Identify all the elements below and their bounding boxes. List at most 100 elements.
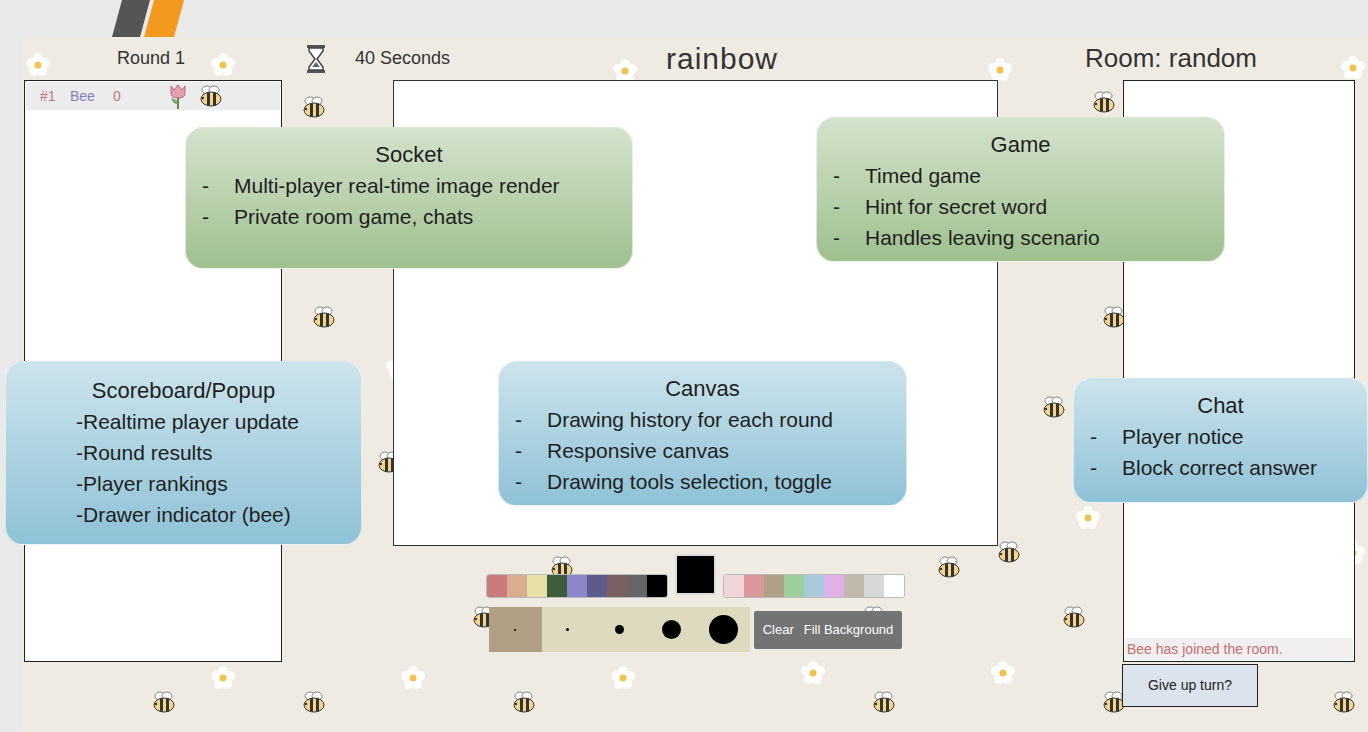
room-name: Room: random bbox=[1085, 39, 1257, 78]
callout-item: -Round results bbox=[6, 437, 361, 468]
flower-icon bbox=[1340, 55, 1366, 81]
bee-icon bbox=[1330, 690, 1358, 714]
word-box: rainbow bbox=[622, 36, 822, 81]
tool-row: Clear Fill Background bbox=[489, 607, 903, 652]
brush-size[interactable] bbox=[646, 607, 698, 652]
tulip-icon bbox=[167, 82, 189, 110]
callout-text: Hint for secret word bbox=[865, 191, 1047, 222]
callout: Chat-Player notice-Block correct answer bbox=[1073, 378, 1368, 503]
callout-title-row: Socket bbox=[186, 139, 632, 170]
callout-text: Handles leaving scenario bbox=[865, 222, 1100, 253]
tool-button[interactable]: Clear bbox=[763, 620, 794, 640]
flower-icon bbox=[25, 52, 51, 78]
bee-icon bbox=[1040, 395, 1068, 419]
bee-icon bbox=[870, 690, 898, 714]
player-name: Bee bbox=[70, 86, 113, 107]
callout-title-row: Scoreboard/Popup bbox=[6, 375, 361, 406]
brush-dot bbox=[566, 628, 569, 631]
callout-item: -Handles leaving scenario bbox=[817, 222, 1224, 253]
color-swatch[interactable] bbox=[804, 575, 824, 597]
room-box: Room: random bbox=[1085, 39, 1257, 78]
callout-item: -Multi-player real-time image render bbox=[186, 170, 632, 201]
brush-size[interactable] bbox=[594, 607, 646, 652]
bullet: - bbox=[1090, 452, 1122, 483]
secret-word: rainbow bbox=[666, 36, 778, 81]
logo-icon bbox=[110, 0, 190, 37]
callout-title: Game bbox=[991, 132, 1051, 157]
color-swatch[interactable] bbox=[864, 575, 884, 597]
flower-icon bbox=[1075, 505, 1101, 531]
callout-title-row: Chat bbox=[1074, 390, 1367, 421]
color-swatch[interactable] bbox=[607, 575, 627, 597]
color-swatch[interactable] bbox=[724, 575, 744, 597]
drawer-bee-icon bbox=[197, 84, 225, 108]
callout-text: Timed game bbox=[865, 160, 981, 191]
callout-text: Private room game, chats bbox=[234, 201, 473, 232]
color-swatch[interactable] bbox=[744, 575, 764, 597]
bee-icon bbox=[300, 690, 328, 714]
hourglass-icon bbox=[305, 44, 327, 74]
callout: Game -Timed game-Hint for secret word-Han… bbox=[816, 117, 1225, 262]
callout-text: -Realtime player update bbox=[76, 406, 299, 437]
callout-item: -Realtime player update bbox=[6, 406, 361, 437]
chat-text: Bee has joined the room. bbox=[1127, 639, 1283, 660]
callout-text: -Drawer indicator (bee) bbox=[76, 499, 291, 530]
chat-message: Bee has joined the room. bbox=[1125, 638, 1353, 660]
bullet: - bbox=[515, 404, 547, 435]
flower-icon bbox=[210, 52, 236, 78]
callout: Socket-Multi-player real-time image rend… bbox=[185, 127, 633, 269]
color-palette bbox=[486, 554, 905, 598]
callout-title: Canvas bbox=[665, 376, 740, 401]
color-swatch[interactable] bbox=[487, 575, 507, 597]
callout-item: -Player notice bbox=[1074, 421, 1367, 452]
brush-size[interactable] bbox=[489, 607, 542, 652]
color-swatch[interactable] bbox=[627, 575, 647, 597]
callout-text: -Player rankings bbox=[76, 468, 228, 499]
flower-icon bbox=[800, 660, 826, 686]
brush-size[interactable] bbox=[698, 607, 750, 652]
player-score: 0 bbox=[113, 86, 167, 107]
color-swatch[interactable] bbox=[844, 575, 864, 597]
slide: Round 1 40 Seconds rainbow Room: random #1B… bbox=[0, 0, 1368, 732]
current-color[interactable] bbox=[675, 554, 716, 595]
callout-text: Drawing tools selection, toggle bbox=[547, 466, 832, 497]
tool-button[interactable]: Fill Background bbox=[804, 620, 894, 640]
color-swatch[interactable] bbox=[507, 575, 527, 597]
bullet: - bbox=[833, 222, 865, 253]
color-swatch[interactable] bbox=[884, 575, 904, 597]
bullet: - bbox=[1090, 421, 1122, 452]
color-swatch[interactable] bbox=[567, 575, 587, 597]
bee-icon bbox=[300, 95, 328, 119]
callout: Scoreboard/Popup-Realtime player update-… bbox=[5, 361, 362, 545]
give-up-label[interactable]: Give up turn? bbox=[1148, 675, 1232, 696]
player-row: #1Bee0 bbox=[26, 82, 280, 110]
callout-text: Responsive canvas bbox=[547, 435, 729, 466]
color-swatch[interactable] bbox=[647, 575, 667, 597]
give-up-button[interactable]: Give up turn? bbox=[1122, 664, 1258, 707]
callout-title: Scoreboard/Popup bbox=[92, 378, 275, 403]
callout-item: -Drawing tools selection, toggle bbox=[499, 466, 906, 497]
callout-text: -Round results bbox=[76, 437, 213, 468]
swatch-group bbox=[723, 574, 905, 598]
color-swatch[interactable] bbox=[547, 575, 567, 597]
callout-text: Drawing history for each round bbox=[547, 404, 833, 435]
color-swatch[interactable] bbox=[527, 575, 547, 597]
callout-item: -Block correct answer bbox=[1074, 452, 1367, 483]
bee-icon bbox=[1090, 90, 1118, 114]
bullet: - bbox=[833, 191, 865, 222]
callout-item: -Player rankings bbox=[6, 468, 361, 499]
callout-item: -Drawer indicator (bee) bbox=[6, 499, 361, 530]
brush-size[interactable] bbox=[542, 607, 594, 652]
callout-item: -Responsive canvas bbox=[499, 435, 906, 466]
brush-dot bbox=[709, 615, 738, 644]
color-swatch[interactable] bbox=[764, 575, 784, 597]
swatch-group bbox=[486, 574, 668, 598]
timer-box: 40 Seconds bbox=[305, 44, 622, 74]
color-swatch[interactable] bbox=[784, 575, 804, 597]
color-swatch[interactable] bbox=[587, 575, 607, 597]
color-swatch[interactable] bbox=[824, 575, 844, 597]
timer: 40 Seconds bbox=[355, 45, 450, 72]
round-label: Round 1 bbox=[117, 45, 185, 72]
bullet: - bbox=[833, 160, 865, 191]
flower-icon bbox=[990, 660, 1016, 686]
